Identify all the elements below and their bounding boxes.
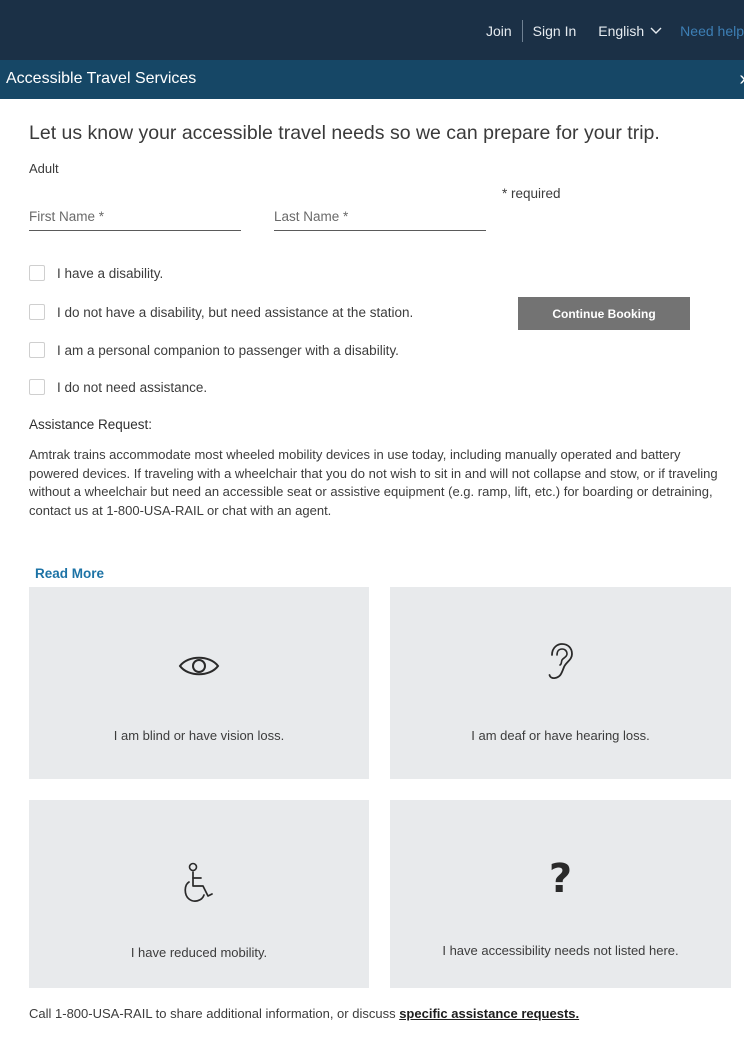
option-have-disability[interactable]: I have a disability. bbox=[29, 265, 163, 281]
option-label: I do not have a disability, but need ass… bbox=[57, 304, 414, 320]
ear-icon bbox=[548, 643, 573, 679]
card-reduced-mobility[interactable]: I have reduced mobility. bbox=[29, 800, 369, 988]
read-more-link[interactable]: Read More bbox=[35, 566, 104, 581]
checkbox[interactable] bbox=[29, 379, 45, 395]
card-label: I am blind or have vision loss. bbox=[113, 728, 285, 743]
first-name-field[interactable] bbox=[29, 203, 241, 231]
language-label: English bbox=[598, 23, 645, 39]
last-name-field[interactable] bbox=[274, 203, 486, 231]
card-label: I have accessibility needs not listed he… bbox=[442, 943, 679, 958]
question-icon: ? bbox=[548, 856, 573, 902]
option-no-assistance[interactable]: I do not need assistance. bbox=[29, 379, 207, 395]
chevron-right-icon[interactable]: › bbox=[739, 68, 744, 91]
assistance-description: Amtrak trains accommodate most wheeled m… bbox=[29, 447, 718, 518]
section-header: Accessible Travel Services › bbox=[0, 60, 744, 99]
specific-assistance-link[interactable]: specific assistance requests. bbox=[399, 1006, 579, 1021]
card-hearing-loss[interactable]: I am deaf or have hearing loss. bbox=[390, 587, 731, 779]
passenger-type-label: Adult bbox=[29, 161, 59, 176]
page-title: Accessible Travel Services bbox=[6, 70, 197, 87]
footer-text: Call 1-800-USA-RAIL to share additional … bbox=[29, 1006, 400, 1021]
continue-booking-button[interactable]: Continue Booking bbox=[518, 297, 690, 330]
assistance-heading: Assistance Request: bbox=[29, 417, 153, 432]
card-label: I am deaf or have hearing loss. bbox=[471, 728, 650, 743]
checkbox[interactable] bbox=[29, 342, 45, 358]
sign-in-link[interactable]: Sign In bbox=[523, 23, 587, 39]
option-need-station-assistance[interactable]: I do not have a disability, but need ass… bbox=[29, 304, 413, 320]
eye-icon bbox=[178, 656, 220, 676]
top-nav: Join Sign In English Need help bbox=[476, 20, 744, 42]
option-label: I am a personal companion to passenger w… bbox=[57, 342, 399, 358]
checkbox[interactable] bbox=[29, 265, 45, 281]
required-note: * required bbox=[502, 186, 561, 201]
option-label: I have a disability. bbox=[57, 265, 164, 281]
card-other-needs[interactable]: ? I have accessibility needs not listed … bbox=[390, 800, 731, 988]
card-label: I have reduced mobility. bbox=[130, 945, 268, 960]
checkbox[interactable] bbox=[29, 304, 45, 320]
need-help-link[interactable]: Need help bbox=[672, 23, 744, 39]
card-vision-loss[interactable]: I am blind or have vision loss. bbox=[29, 587, 369, 779]
wheelchair-icon bbox=[184, 862, 213, 902]
chevron-down-icon bbox=[650, 27, 662, 34]
join-link[interactable]: Join bbox=[476, 23, 522, 39]
language-selector[interactable]: English bbox=[586, 23, 672, 39]
footer-note: Call 1-800-USA-RAIL to share additional … bbox=[29, 1006, 579, 1021]
top-bar: Join Sign In English Need help bbox=[0, 0, 744, 60]
lead-text: Let us know your accessible travel needs… bbox=[29, 122, 660, 144]
option-personal-companion[interactable]: I am a personal companion to passenger w… bbox=[29, 342, 399, 358]
option-label: I do not need assistance. bbox=[57, 379, 208, 395]
